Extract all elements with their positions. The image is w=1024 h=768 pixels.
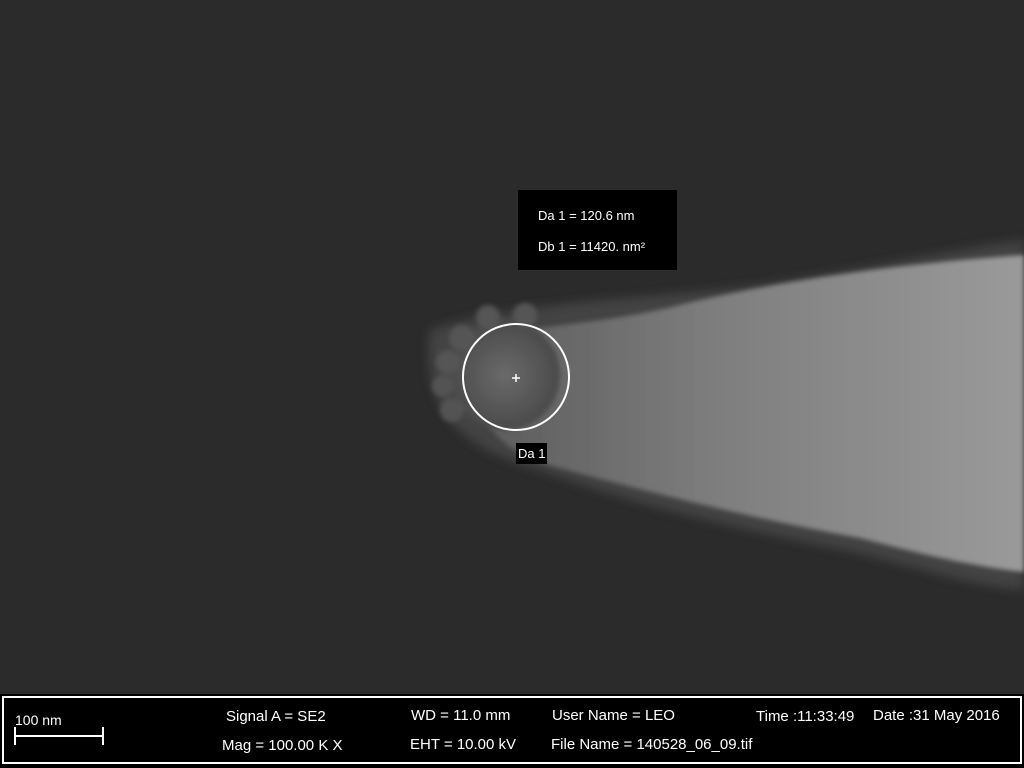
measurement-readout: Da 1 = 120.6 nm Db 1 = 11420. nm²	[518, 190, 677, 270]
file-name-readout: File Name = 140528_06_09.tif	[551, 736, 753, 753]
area-readout: Db 1 = 11420. nm²	[538, 239, 646, 254]
working-distance-readout: WD = 11.0 mm	[411, 707, 511, 724]
measurement-marker-label: Da 1	[516, 443, 548, 464]
diameter-readout: Da 1 = 120.6 nm	[538, 208, 635, 223]
sem-micrograph	[0, 0, 1024, 694]
date-readout: Date :31 May 2016	[873, 707, 1000, 724]
sem-viewer: Da 1 = 120.6 nm Db 1 = 11420. nm² Da 1 1…	[0, 0, 1024, 768]
user-name-readout: User Name = LEO	[552, 707, 675, 724]
signal-readout: Signal A = SE2	[226, 708, 326, 725]
scale-bar-label: 100 nm	[15, 712, 62, 728]
eht-readout: EHT = 10.00 kV	[410, 736, 517, 753]
scale-bar	[14, 727, 104, 745]
magnification-readout: Mag = 100.00 K X	[222, 737, 343, 754]
micrograph-canvas	[0, 0, 1024, 694]
sem-databar: 100 nm Signal A = SE2 Mag = 100.00 K X W…	[0, 694, 1024, 768]
time-readout: Time :11:33:49	[756, 708, 855, 725]
